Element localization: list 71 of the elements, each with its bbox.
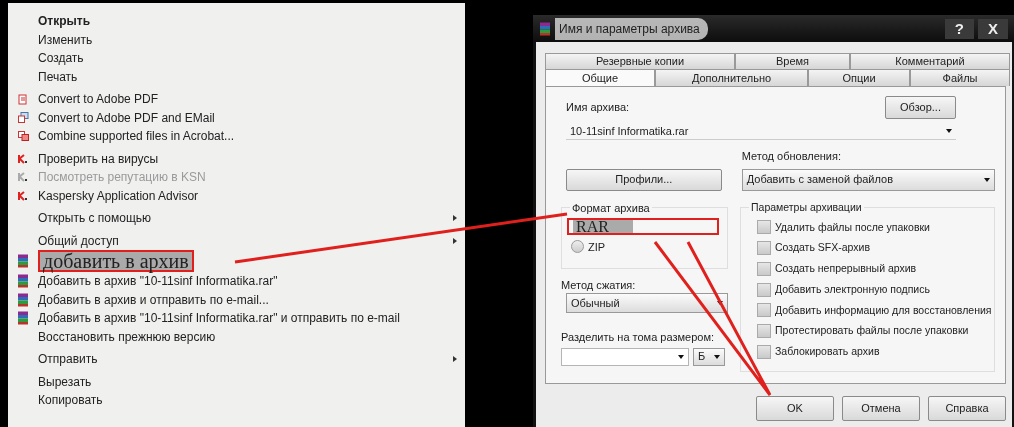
annotation-label: добавить в архив	[38, 250, 194, 272]
volume-size-combo[interactable]	[561, 347, 689, 366]
option-label: ZIP	[588, 239, 606, 255]
title-bar-button[interactable]: ?	[944, 18, 974, 39]
menu-item[interactable]: Добавить в архив "10-11sinf Informatika.rar"	[38, 272, 278, 291]
menu-item[interactable]: Создать	[38, 49, 84, 68]
checkbox[interactable]	[757, 344, 771, 359]
books-stack-icon	[17, 274, 29, 289]
document-icon	[17, 112, 29, 124]
tab[interactable]: Комментарий	[850, 53, 1010, 69]
menu-item[interactable]: Добавить в архив и отправить по e-mail...	[38, 290, 269, 309]
dialog-button[interactable]: Отмена	[842, 396, 920, 421]
title-bar-button[interactable]: X	[978, 18, 1008, 39]
tab[interactable]: Резервные копии	[545, 53, 735, 69]
checkbox-label: Заблокировать архив	[775, 344, 880, 359]
field-label: Метод сжатия:	[561, 277, 637, 293]
checkbox-label: Протестировать файлы после упаковки	[775, 323, 969, 339]
field-label: Разделить на тома размером:	[561, 330, 716, 345]
menu-item[interactable]: Открыть	[38, 12, 91, 31]
dialog-button[interactable]: Справка	[928, 396, 1006, 421]
checkbox[interactable]	[757, 241, 771, 256]
checkbox-label: Добавить электронную подпись	[775, 281, 930, 297]
field-label: Имя архива:	[566, 99, 630, 115]
k-letter-icon	[18, 172, 28, 183]
tab[interactable]: Общие	[545, 69, 655, 86]
checkbox-label: Добавить информацию для восстановления	[775, 302, 992, 318]
checkbox-label: Создать непрерывный архив	[775, 261, 917, 276]
menu-item[interactable]: Печать	[38, 67, 78, 86]
archive-name-combo[interactable]: 10-11sinf Informatika.rar	[566, 123, 956, 140]
menu-item[interactable]: Добавить в архив "10-11sinf Informatika.rar" и отправить по e-mail	[38, 309, 400, 328]
window-title: Имя и параметры архива	[555, 17, 708, 40]
menu-item[interactable]: Convert to Adobe PDF and EMail	[38, 108, 215, 127]
checkbox-label: Создать SFX-архив	[775, 240, 870, 256]
menu-item[interactable]: Отправить	[38, 350, 98, 369]
radio-button[interactable]	[571, 240, 584, 254]
checkbox[interactable]	[757, 303, 771, 318]
books-stack-icon	[17, 292, 29, 307]
menu-item[interactable]: Вырезать	[38, 372, 92, 391]
compression-combo[interactable]: Обычный	[566, 293, 728, 313]
dialog-button[interactable]: OK	[756, 396, 834, 421]
menu-item[interactable]: Convert to Adobe PDF	[38, 90, 159, 109]
tab[interactable]: Время	[735, 53, 850, 69]
menu-item[interactable]: Проверить на вирусы	[38, 149, 159, 168]
k-letter-icon	[18, 190, 28, 201]
tab[interactable]: Файлы	[910, 69, 1010, 86]
menu-item[interactable]: Kaspersky Application Advisor	[38, 186, 199, 205]
menu-item[interactable]: Изменить	[38, 30, 93, 49]
browse-button[interactable]: Обзор...	[885, 96, 956, 119]
checkbox[interactable]	[757, 220, 771, 235]
checkbox[interactable]	[757, 261, 771, 276]
books-stack-icon	[539, 22, 551, 37]
menu-item[interactable]: Восстановить прежнюю версию	[38, 327, 216, 346]
profiles-button[interactable]: Профили...	[566, 168, 722, 191]
k-letter-icon	[18, 153, 28, 164]
menu-item[interactable]: Копировать	[38, 391, 103, 410]
books-stack-icon	[17, 254, 29, 268]
menu-item[interactable]: Combine supported files in Acrobat...	[38, 127, 235, 146]
checkbox[interactable]	[757, 282, 771, 297]
tab[interactable]: Опции	[808, 69, 910, 86]
menu-item[interactable]: Открыть с помощью	[38, 209, 151, 228]
document-icon	[18, 93, 28, 105]
checkbox-label: Удалить файлы после упаковки	[775, 219, 930, 235]
documents-icon	[17, 131, 29, 142]
tab[interactable]: Дополнительно	[655, 69, 808, 86]
unit-combo[interactable]: Б	[693, 347, 725, 366]
checkbox[interactable]	[757, 324, 771, 339]
books-stack-icon	[17, 311, 29, 326]
menu-item[interactable]: Общий доступ	[38, 231, 119, 250]
annotation-label: RAR	[567, 217, 719, 235]
field-label: Метод обновления:	[741, 149, 842, 164]
update-method-combo[interactable]: Добавить с заменой файлов	[741, 168, 995, 191]
